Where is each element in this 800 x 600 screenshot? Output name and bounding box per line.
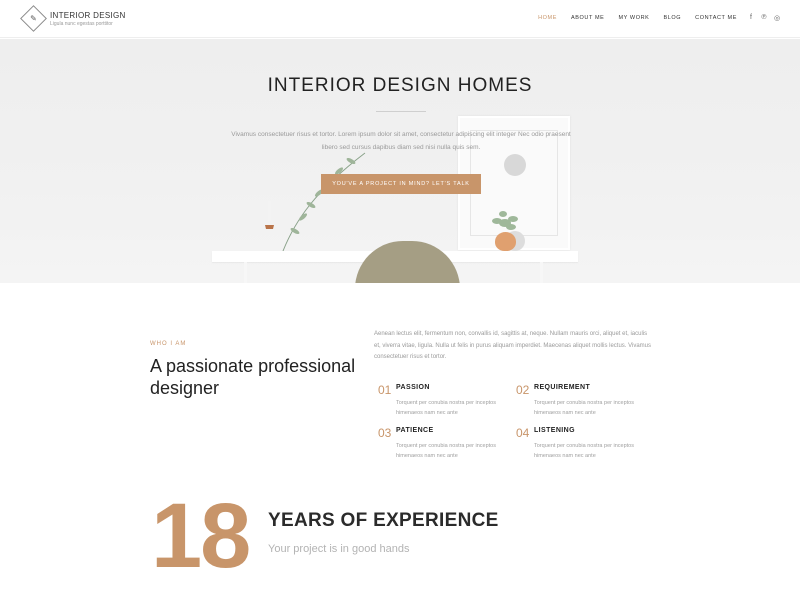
pinterest-icon[interactable]: ℗ xyxy=(761,14,767,22)
social-links: f ℗ ◎ xyxy=(748,14,780,22)
feature-description: Torquent per conubia nostra per inceptos… xyxy=(396,443,496,459)
feature-description: Torquent per conubia nostra per inceptos… xyxy=(534,400,634,416)
years-number: 18 xyxy=(151,485,251,587)
logo-subtitle: Ligula nunc egestas porttitor xyxy=(50,21,113,27)
plant-branch-icon xyxy=(282,152,366,252)
desk-leg xyxy=(244,262,247,283)
candle-holder-icon xyxy=(265,201,274,229)
nav-item-contact-me[interactable]: CONTACT ME xyxy=(695,15,737,21)
section-title: A passionate professional designer xyxy=(150,356,356,398)
nav-item-about-me[interactable]: ABOUT ME xyxy=(571,15,604,21)
small-plant-icon xyxy=(492,211,518,230)
feature-description: Torquent per conubia nostra per inceptos… xyxy=(396,400,496,416)
years-title: YEARS OF EXPERIENCE xyxy=(268,510,499,531)
nav-item-my-work[interactable]: MY WORK xyxy=(618,15,649,21)
main-nav: HOME ABOUT ME MY WORK BLOG CONTACT ME xyxy=(538,15,737,21)
feature-description: Torquent per conubia nostra per inceptos… xyxy=(534,443,634,459)
nav-item-home[interactable]: HOME xyxy=(538,15,557,21)
section-label: WHO I AM xyxy=(150,341,187,347)
logo-icon[interactable]: ✎ xyxy=(20,5,47,32)
feature-title: PASSION xyxy=(396,384,430,391)
feature-title: REQUIREMENT xyxy=(534,384,591,391)
hero-text: Vivamus consectetuer risus et tortor. Lo… xyxy=(231,131,571,151)
logo-title[interactable]: INTERIOR DESIGN xyxy=(50,11,126,20)
about-text: Aenean lectus elit, fermentum non, conva… xyxy=(374,331,652,360)
hero-section: INTERIOR DESIGN HOMES Vivamus consectetu… xyxy=(0,39,800,283)
feature-title: LISTENING xyxy=(534,427,575,434)
frame-art-circle xyxy=(504,154,526,176)
feature-title: PATIENCE xyxy=(396,427,434,434)
nav-item-blog[interactable]: BLOG xyxy=(663,15,681,21)
feature-number: 04 xyxy=(516,426,530,440)
hero-divider xyxy=(376,111,426,112)
hero-title: INTERIOR DESIGN HOMES xyxy=(267,75,533,96)
years-subtitle: Your project is in good hands xyxy=(268,543,410,555)
feature-number: 03 xyxy=(378,426,392,440)
feature-number: 02 xyxy=(516,383,530,397)
site-header: ✎ INTERIOR DESIGN Ligula nunc egestas po… xyxy=(0,0,800,38)
facebook-icon[interactable]: f xyxy=(748,14,754,22)
feature-number: 01 xyxy=(378,383,392,397)
desk-leg xyxy=(540,262,543,283)
logo-glyph: ✎ xyxy=(30,14,37,23)
instagram-icon[interactable]: ◎ xyxy=(774,14,780,22)
lets-talk-button[interactable]: YOU'VE A PROJECT IN MIND? LET'S TALK xyxy=(321,174,481,194)
